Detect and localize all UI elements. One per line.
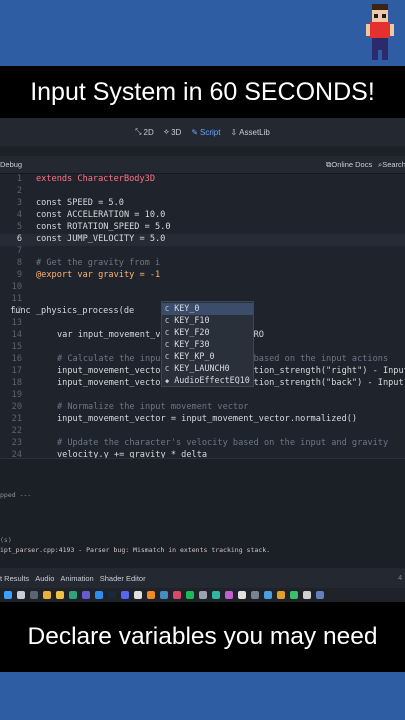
constant-icon: C bbox=[165, 353, 170, 361]
tab-2d[interactable]: ⤡ 2D bbox=[135, 127, 154, 137]
online-docs-button[interactable]: ⧉Online Docs bbox=[326, 160, 372, 170]
constant-icon: C bbox=[165, 329, 170, 337]
code-line: 23 # Update the character's velocity base… bbox=[11, 438, 389, 448]
code-line: 2 bbox=[16, 186, 22, 196]
script-toolbar: Debug ⧉Online Docs ⌕Search bbox=[0, 156, 405, 174]
autocomplete-item[interactable]: C KEY_0 bbox=[162, 303, 253, 315]
output-panel: pped --- (s) ipt_parser.cpp:4193 - Parse… bbox=[0, 458, 405, 568]
app-icon[interactable] bbox=[303, 591, 311, 599]
app-icon[interactable] bbox=[316, 591, 324, 599]
code-line: 10 bbox=[11, 282, 22, 292]
video-caption: Declare variables you may need bbox=[27, 623, 378, 650]
app-icon[interactable] bbox=[225, 591, 233, 599]
code-line-current: 6 const JUMP_VELOCITY = 5.0 bbox=[0, 234, 405, 246]
autocomplete-item[interactable]: C KEY_F10 bbox=[162, 315, 253, 327]
code-line: 5 const ROTATION_SPEED = 5.0 bbox=[16, 222, 171, 232]
app-icon[interactable] bbox=[264, 591, 272, 599]
code-line: 9 @export var gravity = -1 bbox=[16, 270, 161, 280]
class-icon: ◆ bbox=[165, 377, 170, 385]
code-line: 8 # Get the gravity from i bbox=[16, 258, 161, 268]
blender-icon[interactable] bbox=[147, 591, 155, 599]
3d-icon: ⟡ bbox=[163, 127, 170, 136]
tab-shader-editor[interactable]: Shader Editor bbox=[100, 574, 146, 583]
code-line: 22 bbox=[11, 426, 22, 436]
code-line: 3 const SPEED = 5.0 bbox=[16, 198, 124, 208]
avatar-icon bbox=[366, 4, 394, 60]
title-bar: Input System in 60 SECONDS! bbox=[0, 66, 405, 118]
edge-icon[interactable] bbox=[69, 591, 77, 599]
constant-icon: C bbox=[165, 305, 170, 313]
tab-assetlib[interactable]: ⇩ AssetLib bbox=[230, 128, 269, 137]
search-help-button[interactable]: ⌕Search bbox=[378, 160, 405, 170]
assetlib-icon: ⇩ bbox=[230, 127, 238, 137]
app-icon[interactable] bbox=[277, 591, 285, 599]
obs-icon[interactable] bbox=[134, 591, 142, 599]
folder-icon[interactable] bbox=[56, 591, 64, 599]
windows-taskbar bbox=[0, 588, 405, 602]
tab-animation[interactable]: Animation bbox=[60, 574, 93, 583]
godot-editor: ⤡ 2D ⟡ 3D ✎ Script ⇩ AssetLib Debug ⧉Online … bbox=[0, 118, 405, 600]
app-icon[interactable] bbox=[238, 591, 246, 599]
2d-icon: ⤡ bbox=[135, 127, 142, 136]
script-icon: ✎ bbox=[191, 127, 199, 137]
godot-icon[interactable] bbox=[160, 591, 168, 599]
code-line: 21 input_movement_vector = input_movement… bbox=[11, 414, 358, 424]
code-line: 4 const ACCELERATION = 10.0 bbox=[16, 210, 166, 220]
files-icon[interactable] bbox=[30, 591, 38, 599]
spotify-icon[interactable] bbox=[186, 591, 194, 599]
app-icon[interactable] bbox=[290, 591, 298, 599]
tab-search-results[interactable]: t Results bbox=[0, 574, 29, 583]
autocomplete-item[interactable]: ◆ AudioEffectEQ10 bbox=[162, 375, 253, 387]
constant-icon: C bbox=[165, 365, 170, 373]
code-line: 20 # Normalize the input movement vector bbox=[11, 402, 249, 412]
tab-script[interactable]: ✎ Script bbox=[191, 128, 220, 137]
app-icon[interactable] bbox=[212, 591, 220, 599]
caption-bar: Declare variables you may need bbox=[0, 602, 405, 672]
code-line: 1 extends CharacterBody3D bbox=[16, 174, 155, 184]
paint-icon[interactable] bbox=[173, 591, 181, 599]
discord-icon[interactable] bbox=[121, 591, 129, 599]
autocomplete-item[interactable]: C KEY_LAUNCH0 bbox=[162, 363, 253, 375]
windows-icon[interactable] bbox=[4, 591, 12, 599]
constant-icon: C bbox=[165, 317, 170, 325]
tab-audio[interactable]: Audio bbox=[35, 574, 54, 583]
constant-icon: C bbox=[165, 341, 170, 349]
output-error-text: ipt_parser.cpp:4193 - Parser bug: Mismat… bbox=[0, 546, 271, 554]
version-text: 4 bbox=[398, 573, 403, 582]
code-line: 7 bbox=[16, 246, 22, 256]
tab-3d[interactable]: ⟡ 3D bbox=[164, 127, 182, 137]
app-icon[interactable] bbox=[251, 591, 259, 599]
video-title: Input System in 60 SECONDS! bbox=[30, 77, 375, 106]
top-band bbox=[0, 0, 405, 66]
output-count-text: (s) bbox=[0, 536, 12, 544]
store-icon[interactable] bbox=[82, 591, 90, 599]
app-icon[interactable] bbox=[199, 591, 207, 599]
workspace-tabs: ⤡ 2D ⟡ 3D ✎ Script ⇩ AssetLib bbox=[0, 118, 405, 146]
autocomplete-popup: C KEY_0 C KEY_F10 C KEY_F20 C KEY_F30 C KEY_K… bbox=[161, 301, 254, 387]
chrome-icon[interactable] bbox=[43, 591, 51, 599]
steam-icon[interactable] bbox=[108, 591, 116, 599]
bottom-panel-tabs: t Results Audio Animation Shader Editor … bbox=[0, 568, 405, 588]
autocomplete-item[interactable]: C KEY_F30 bbox=[162, 339, 253, 351]
code-line: 19 bbox=[11, 390, 22, 400]
vscode-icon[interactable] bbox=[95, 591, 103, 599]
search-icon[interactable] bbox=[17, 591, 25, 599]
autocomplete-item[interactable]: C KEY_F20 bbox=[162, 327, 253, 339]
output-skipped-text: pped --- bbox=[0, 491, 32, 499]
autocomplete-item[interactable]: C KEY_KP_0 bbox=[162, 351, 253, 363]
code-editor[interactable]: 1 extends CharacterBody3D 2 3 const SPEED … bbox=[0, 174, 405, 460]
debug-menu[interactable]: Debug bbox=[0, 160, 22, 169]
